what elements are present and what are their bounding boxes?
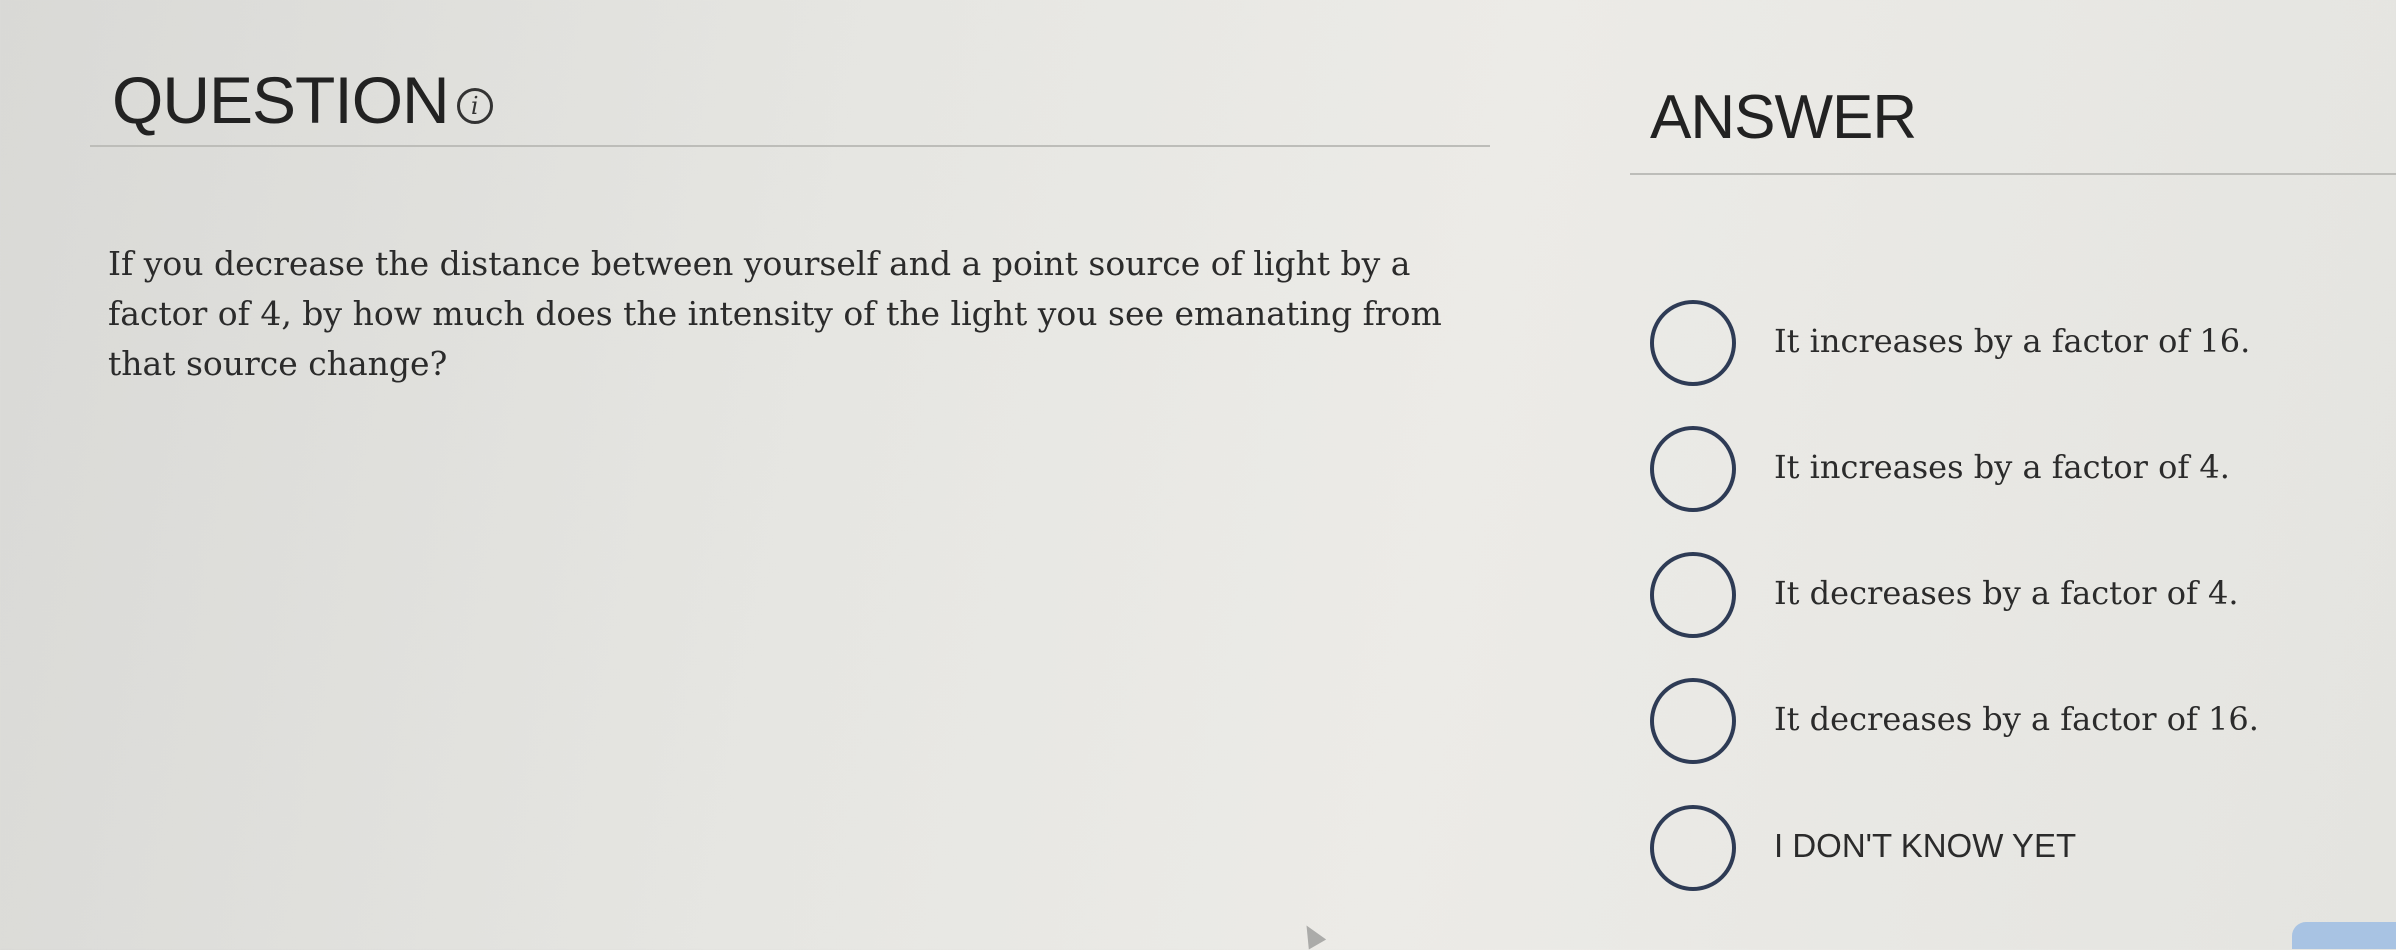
answer-option-label: It decreases by a factor of 4.	[1774, 574, 2239, 612]
radio-button-icon[interactable]	[1650, 300, 1736, 386]
corner-action-button[interactable]	[2292, 922, 2396, 949]
answer-option-2[interactable]: It increases by a factor of 4.	[1650, 421, 2230, 517]
answer-option-1[interactable]: It increases by a factor of 16.	[1650, 295, 2250, 391]
question-title: QUESTION	[112, 63, 450, 137]
answer-option-5[interactable]: I DON'T KNOW YET	[1650, 800, 2076, 896]
radio-button-icon[interactable]	[1650, 678, 1736, 764]
answer-panel: ANSWER It increases by a factor of 16. I…	[1630, 70, 2396, 891]
answer-option-label: I DON'T KNOW YET	[1774, 827, 2077, 864]
question-header: QUESTION i	[90, 55, 1490, 147]
answer-option-label: It increases by a factor of 4.	[1774, 448, 2230, 486]
answer-header: ANSWER	[1630, 70, 2396, 175]
answer-option-label: It decreases by a factor of 16.	[1774, 700, 2259, 738]
question-panel: QUESTION i If you decrease the distance …	[90, 55, 1490, 855]
question-text: If you decrease the distance between you…	[108, 244, 1442, 383]
radio-button-icon[interactable]	[1650, 805, 1736, 891]
answer-option-label: It increases by a factor of 16.	[1774, 322, 2251, 360]
radio-button-icon[interactable]	[1650, 552, 1736, 638]
info-icon[interactable]: i	[456, 88, 493, 124]
mouse-cursor-icon	[1297, 920, 1327, 950]
answer-option-3[interactable]: It decreases by a factor of 4.	[1650, 547, 2239, 643]
answer-option-4[interactable]: It decreases by a factor of 16.	[1650, 673, 2259, 769]
answer-title: ANSWER	[1650, 83, 1917, 152]
radio-button-icon[interactable]	[1650, 426, 1736, 512]
